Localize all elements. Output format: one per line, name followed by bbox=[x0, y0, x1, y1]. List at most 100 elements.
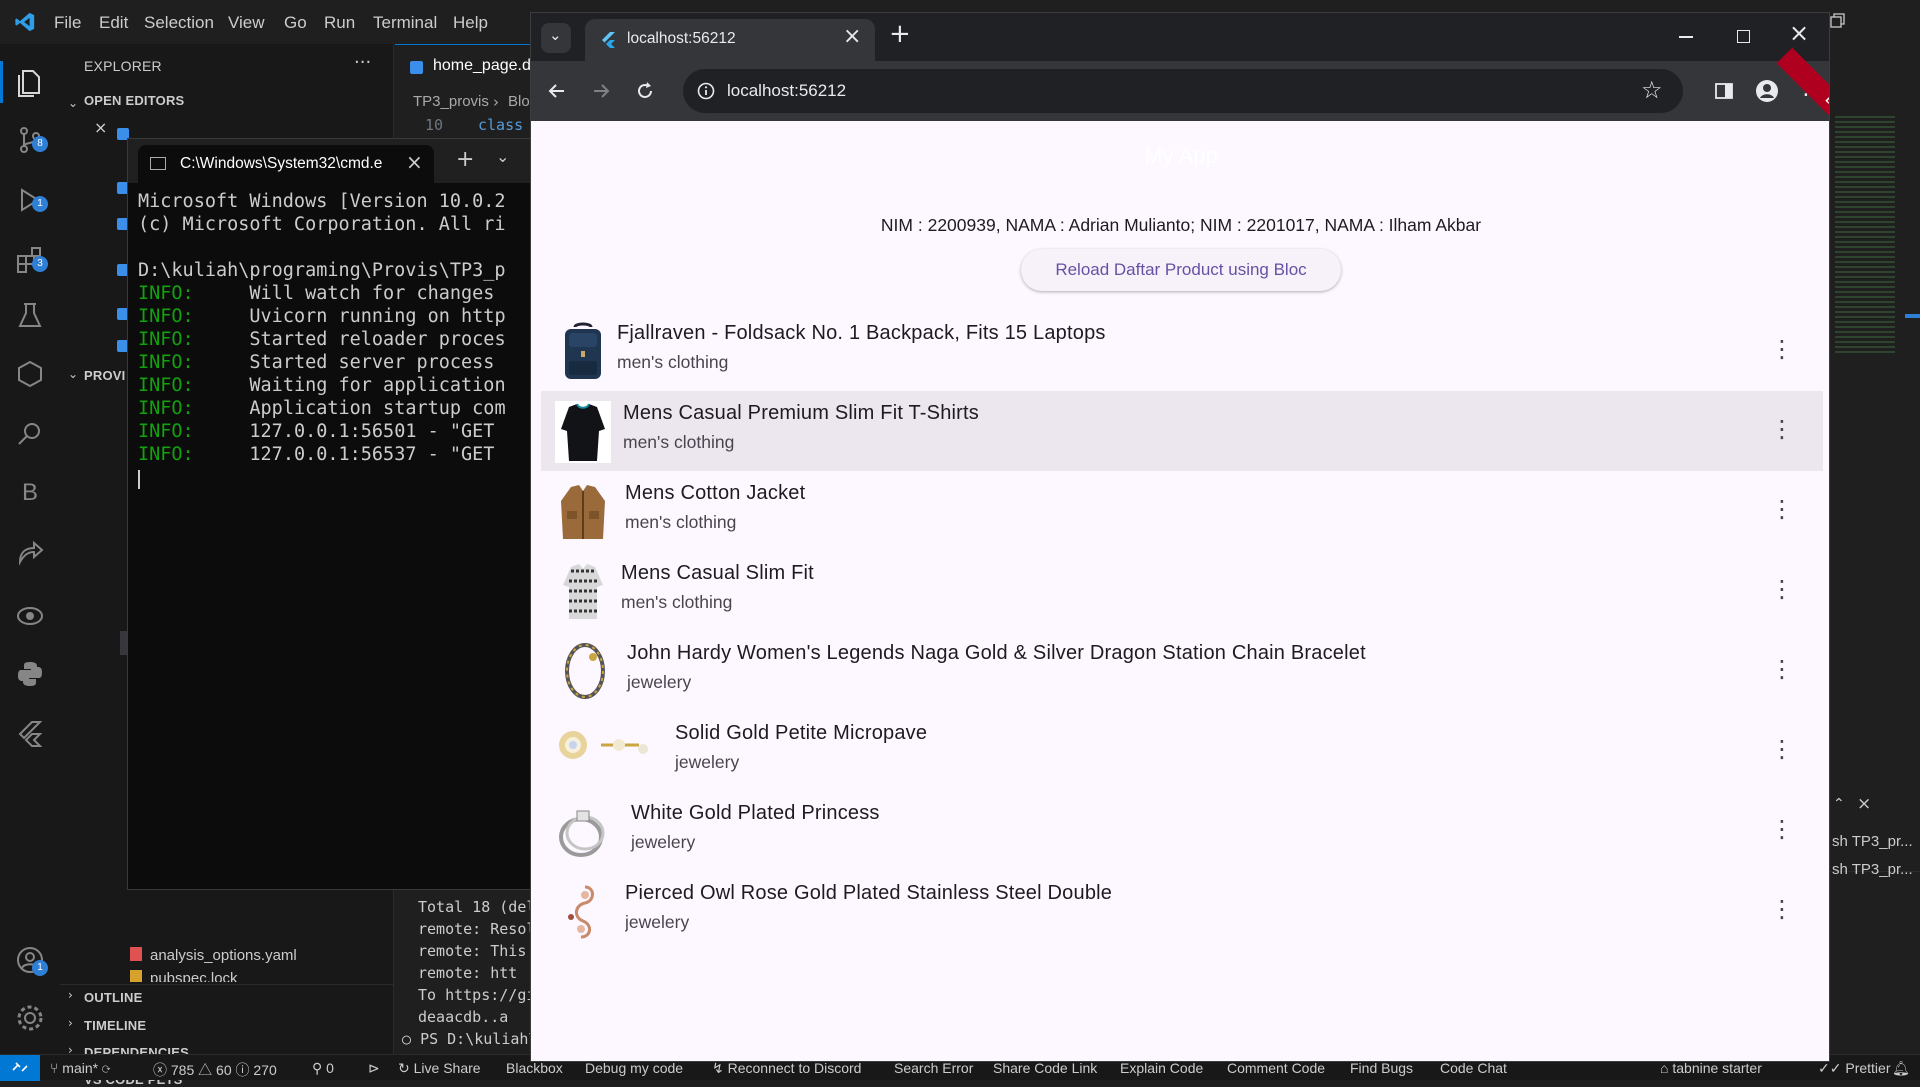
maximize-icon[interactable] bbox=[1737, 30, 1750, 43]
git-branch[interactable]: ⑂ main* ⟳ bbox=[50, 1060, 110, 1076]
notifications-icon[interactable]: 🔔︎ bbox=[1892, 1060, 1910, 1077]
product-list-item[interactable]: John Hardy Women's Legends Naga Gold & S… bbox=[541, 631, 1823, 711]
more-vert-icon[interactable]: ⋮ bbox=[1767, 415, 1797, 445]
blackbox-status[interactable]: Blackbox bbox=[506, 1060, 563, 1076]
reload-products-button[interactable]: Reload Daftar Product using Bloc bbox=[1021, 249, 1341, 291]
cmd-tab[interactable]: C:\Windows\System32\cmd.e × bbox=[138, 145, 434, 183]
debug-icon[interactable]: ⊳ bbox=[368, 1060, 380, 1077]
new-tab-icon[interactable]: + bbox=[456, 147, 474, 172]
prettier-status[interactable]: ✓✓ Prettier bbox=[1818, 1060, 1890, 1077]
timeline-section[interactable]: TIMELINE bbox=[84, 1018, 146, 1033]
more-vert-icon[interactable]: ⋮ bbox=[1767, 495, 1797, 525]
browser-tab[interactable]: localhost:56212 × bbox=[585, 19, 875, 61]
share-code-link-status[interactable]: Share Code Link bbox=[993, 1060, 1097, 1076]
breadcrumb-root[interactable]: TP3_provis bbox=[413, 93, 489, 110]
reload-icon[interactable] bbox=[635, 81, 655, 101]
product-list-item[interactable]: Pierced Owl Rose Gold Plated Stainless S… bbox=[541, 871, 1823, 951]
menu-selection[interactable]: Selection bbox=[144, 13, 214, 33]
file-analysis-options[interactable]: analysis_options.yaml bbox=[150, 947, 297, 964]
chevron-right-icon[interactable]: › bbox=[68, 988, 73, 1002]
problems-indicator[interactable]: ⓧ 785 △ 60 ⓘ 270 bbox=[153, 1060, 277, 1080]
terminal-list-item[interactable]: sh TP3_pr... bbox=[1832, 861, 1913, 878]
blackbox-icon[interactable]: B bbox=[22, 479, 38, 507]
chevron-down-icon[interactable]: ⌄ bbox=[68, 367, 78, 381]
minimap[interactable] bbox=[1835, 116, 1895, 356]
open-editors-header[interactable]: OPEN EDITORS bbox=[84, 93, 184, 108]
menu-edit[interactable]: Edit bbox=[99, 13, 128, 33]
ports-indicator[interactable]: ⚲ 0 bbox=[312, 1060, 334, 1077]
more-vert-icon[interactable]: ⋮ bbox=[1767, 815, 1797, 845]
product-list-item[interactable]: Fjallraven - Foldsack No. 1 Backpack, Fi… bbox=[541, 311, 1823, 391]
more-vert-icon[interactable]: ⋮ bbox=[1767, 655, 1797, 685]
chevron-up-icon[interactable]: ⌃ bbox=[1833, 796, 1845, 812]
live-share-icon[interactable] bbox=[14, 538, 46, 570]
side-panel-icon[interactable] bbox=[1713, 80, 1735, 102]
dropdown-chevron-icon[interactable]: ⌄ bbox=[496, 147, 509, 166]
search-error-status[interactable]: Search Error bbox=[894, 1060, 973, 1076]
chevron-right-icon[interactable]: › bbox=[68, 1016, 73, 1030]
outline-section[interactable]: OUTLINE bbox=[84, 990, 142, 1005]
window-close-icon[interactable]: × bbox=[1789, 19, 1809, 47]
explorer-more-icon[interactable]: ··· bbox=[354, 52, 371, 73]
breadcrumb-next[interactable]: Blo bbox=[508, 93, 530, 110]
address-bar[interactable]: localhost:56212 ☆ bbox=[683, 69, 1683, 113]
menu-go[interactable]: Go bbox=[284, 13, 307, 33]
testing-icon[interactable] bbox=[14, 299, 46, 331]
restore-icon[interactable] bbox=[1828, 12, 1846, 30]
profile-icon[interactable] bbox=[1755, 79, 1779, 103]
browser-toolbar: localhost:56212 ☆ ⋮ bbox=[531, 61, 1829, 121]
reconnect-discord-status[interactable]: ↯ Reconnect to Discord bbox=[712, 1060, 861, 1077]
site-info-icon[interactable] bbox=[697, 82, 715, 100]
accounts-badge: 1 bbox=[32, 960, 48, 976]
menu-terminal[interactable]: Terminal bbox=[373, 13, 437, 33]
menu-view[interactable]: View bbox=[228, 13, 265, 33]
find-bugs-status[interactable]: Find Bugs bbox=[1350, 1060, 1413, 1076]
tab-search-button[interactable]: ⌄ bbox=[541, 23, 571, 53]
python-icon[interactable] bbox=[14, 658, 46, 690]
product-list-item[interactable]: Mens Casual Premium Slim Fit T-Shirts me… bbox=[541, 391, 1823, 471]
project-header[interactable]: PROVI bbox=[84, 368, 125, 383]
product-list-item[interactable]: Solid Gold Petite Micropave jewelery ⋮ bbox=[553, 711, 1829, 791]
close-icon[interactable]: × bbox=[94, 118, 107, 137]
terminal-prompt[interactable]: ○ PS D:\kuliah\ bbox=[402, 1030, 537, 1048]
terminal-list-item[interactable]: sh TP3_pr... bbox=[1832, 833, 1913, 850]
product-list-item[interactable]: Mens Casual Slim Fit men's clothing ⋮ bbox=[541, 551, 1823, 631]
explain-code-status[interactable]: Explain Code bbox=[1120, 1060, 1203, 1076]
debug-my-code-status[interactable]: Debug my code bbox=[585, 1060, 683, 1076]
remote-explorer-icon[interactable] bbox=[14, 358, 46, 390]
activity-bar: 8 1 3 B 1 bbox=[0, 44, 60, 1054]
file-pubspec-lock[interactable]: pubspec.lock bbox=[150, 970, 238, 982]
tab-close-icon[interactable]: × bbox=[843, 24, 861, 49]
menu-run[interactable]: Run bbox=[324, 13, 355, 33]
comment-code-status[interactable]: Comment Code bbox=[1227, 1060, 1325, 1076]
more-vert-icon[interactable]: ⋮ bbox=[1767, 895, 1797, 925]
chevron-down-icon[interactable]: ⌄ bbox=[68, 96, 78, 110]
minimize-icon[interactable] bbox=[1679, 36, 1693, 38]
url-text[interactable]: localhost:56212 bbox=[727, 81, 846, 101]
close-panel-icon[interactable]: × bbox=[1857, 794, 1871, 814]
product-list-item[interactable]: Mens Cotton Jacket men's clothing ⋮ bbox=[541, 471, 1823, 551]
gear-icon[interactable] bbox=[14, 1002, 46, 1034]
explorer-icon[interactable] bbox=[14, 66, 46, 98]
forward-arrow-icon[interactable] bbox=[591, 81, 611, 101]
editor-tab-active[interactable]: home_page.d bbox=[395, 44, 535, 88]
more-vert-icon[interactable]: ⋮ bbox=[1767, 735, 1797, 765]
menu-help[interactable]: Help bbox=[453, 13, 488, 33]
more-vert-icon[interactable]: ⋮ bbox=[1767, 335, 1797, 365]
product-list-item[interactable]: White Gold Plated Princess jewelery ⋮ bbox=[541, 791, 1823, 871]
bookmark-star-icon[interactable]: ☆ bbox=[1641, 76, 1663, 104]
remote-icon[interactable] bbox=[14, 600, 46, 632]
more-vert-icon[interactable]: ⋮ bbox=[1767, 575, 1797, 605]
cmd-tab-close-icon[interactable]: × bbox=[406, 150, 423, 174]
back-arrow-icon[interactable] bbox=[547, 81, 567, 101]
code-chat-status[interactable]: Code Chat bbox=[1440, 1060, 1507, 1076]
search-icon[interactable] bbox=[14, 418, 46, 450]
menu-file[interactable]: File bbox=[54, 13, 81, 33]
tabnine-status[interactable]: ⌂ tabnine starter bbox=[1660, 1060, 1762, 1076]
new-tab-icon[interactable]: + bbox=[889, 19, 911, 49]
remote-indicator[interactable] bbox=[0, 1055, 40, 1081]
cmd-cursor[interactable] bbox=[138, 470, 140, 489]
cmd-tab-title: C:\Windows\System32\cmd.e bbox=[180, 155, 383, 172]
flutter-icon[interactable] bbox=[14, 718, 46, 750]
live-share-status[interactable]: ↻ Live Share bbox=[398, 1060, 481, 1077]
